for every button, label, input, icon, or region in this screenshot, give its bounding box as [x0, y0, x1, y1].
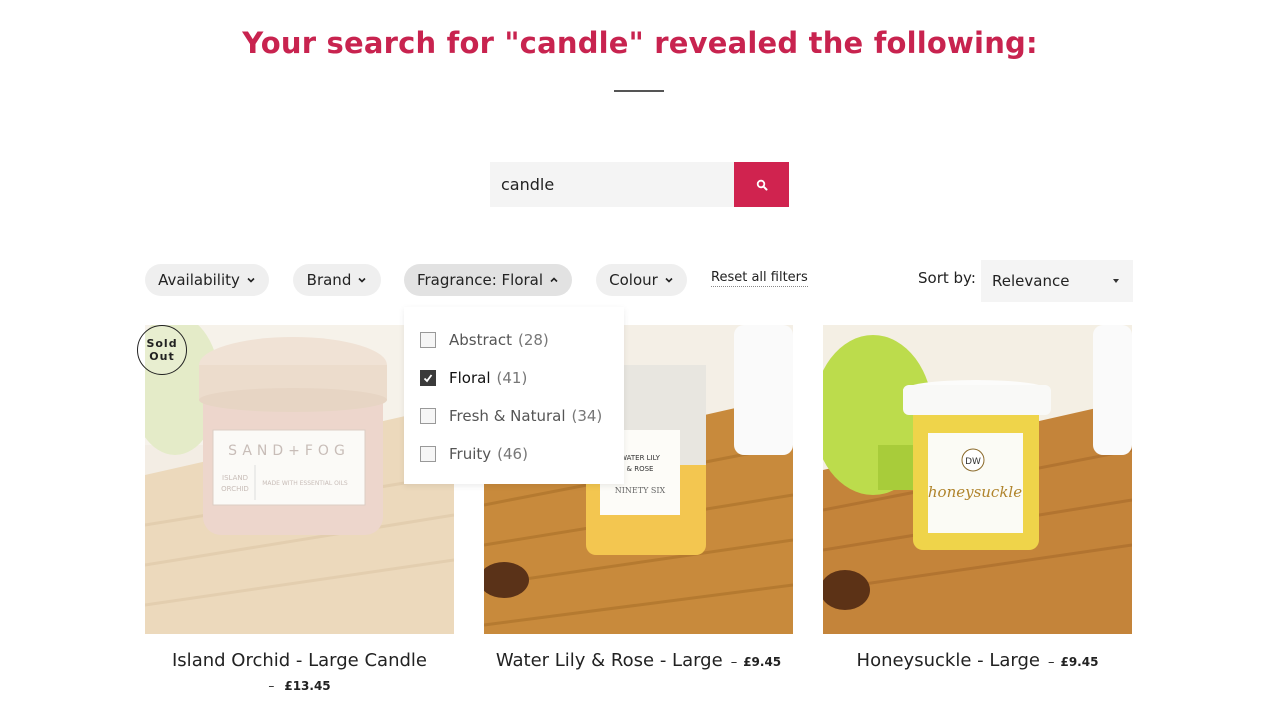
badge-line: Sold	[146, 337, 178, 350]
sort-label: Sort by:	[918, 269, 976, 287]
option-label: Fruity	[449, 445, 492, 463]
candle-photo: DW honeysuckle	[823, 325, 1132, 634]
svg-text:DW: DW	[965, 457, 981, 467]
price-separator: –	[268, 679, 275, 693]
filter-availability[interactable]: Availability	[145, 264, 269, 296]
fragrance-option-floral[interactable]: Floral (41)	[404, 359, 624, 397]
product-price-line: – £13.45	[145, 679, 454, 693]
title-divider	[614, 90, 664, 92]
search-icon	[756, 179, 767, 190]
sold-out-badge: Sold Out	[137, 325, 187, 375]
svg-text:NINETY SIX: NINETY SIX	[615, 486, 666, 495]
search-button[interactable]	[734, 162, 789, 207]
checkbox[interactable]	[420, 332, 436, 348]
fragrance-option-fruity[interactable]: Fruity (46)	[404, 435, 624, 473]
chevron-down-icon	[665, 277, 673, 283]
svg-text:WATER LILY: WATER LILY	[620, 454, 661, 462]
sort-value: Relevance	[992, 272, 1070, 290]
chevron-down-icon	[247, 277, 255, 283]
svg-text:honeysuckle: honeysuckle	[928, 483, 1022, 501]
svg-text:SAND+FOG: SAND+FOG	[228, 443, 350, 459]
filter-label: Brand	[306, 271, 352, 289]
price-separator: –	[730, 655, 738, 670]
filter-label: Colour	[609, 271, 658, 289]
fragrance-dropdown: Abstract (28) Floral (41) Fresh & Natura…	[404, 307, 624, 484]
checkbox[interactable]	[420, 408, 436, 424]
product-name[interactable]: Water Lily & Rose - Large	[496, 650, 723, 671]
product-name[interactable]: Honeysuckle - Large	[857, 650, 1040, 671]
filter-brand[interactable]: Brand	[293, 264, 381, 296]
product-price: £9.45	[743, 655, 782, 669]
product-card[interactable]: DW honeysuckle Honeysuckle - Large – £9.45	[823, 325, 1132, 671]
option-count: (28)	[517, 331, 549, 349]
search-input[interactable]	[490, 162, 734, 207]
product-title[interactable]: Water Lily & Rose - Large – £9.45	[484, 650, 793, 671]
chevron-up-icon	[550, 277, 558, 283]
reset-filters-link[interactable]: Reset all filters	[711, 270, 808, 287]
product-title[interactable]: Honeysuckle - Large – £9.45	[823, 650, 1132, 671]
product-image[interactable]: DW honeysuckle	[823, 325, 1132, 634]
product-name[interactable]: Island Orchid - Large Candle	[172, 650, 427, 671]
caret-down-icon	[1113, 279, 1119, 283]
product-title[interactable]: Island Orchid - Large Candle	[145, 650, 454, 671]
filter-fragrance[interactable]: Fragrance: Floral	[404, 264, 572, 296]
product-price: £9.45	[1060, 655, 1099, 669]
chevron-down-icon	[358, 277, 366, 283]
page-title: Your search for "candle" revealed the fo…	[242, 26, 1038, 60]
checkbox[interactable]	[420, 370, 436, 386]
option-count: (41)	[496, 369, 528, 387]
svg-text:& ROSE: & ROSE	[627, 465, 654, 473]
checkbox[interactable]	[420, 446, 436, 462]
svg-text:ISLAND: ISLAND	[222, 474, 248, 482]
option-count: (34)	[571, 407, 603, 425]
filter-bar: Availability Brand Fragrance: Floral Col…	[0, 260, 1280, 302]
product-price: £13.45	[284, 679, 331, 693]
search-form	[490, 162, 789, 207]
filter-label: Fragrance: Floral	[416, 271, 544, 289]
option-label: Abstract	[449, 331, 512, 349]
checkmark-icon	[423, 374, 433, 383]
price-separator: –	[1047, 655, 1055, 670]
option-label: Fresh & Natural	[449, 407, 566, 425]
svg-text:MADE WITH ESSENTIAL OILS: MADE WITH ESSENTIAL OILS	[262, 480, 348, 487]
filter-colour[interactable]: Colour	[596, 264, 687, 296]
fragrance-option-fresh-natural[interactable]: Fresh & Natural (34)	[404, 397, 624, 435]
option-label: Floral	[449, 369, 491, 387]
sort-select[interactable]: Relevance	[981, 260, 1133, 302]
fragrance-option-abstract[interactable]: Abstract (28)	[404, 321, 624, 359]
option-count: (46)	[497, 445, 528, 463]
svg-text:ORCHID: ORCHID	[221, 485, 249, 493]
filter-label: Availability	[158, 271, 240, 289]
badge-line: Out	[149, 350, 175, 363]
